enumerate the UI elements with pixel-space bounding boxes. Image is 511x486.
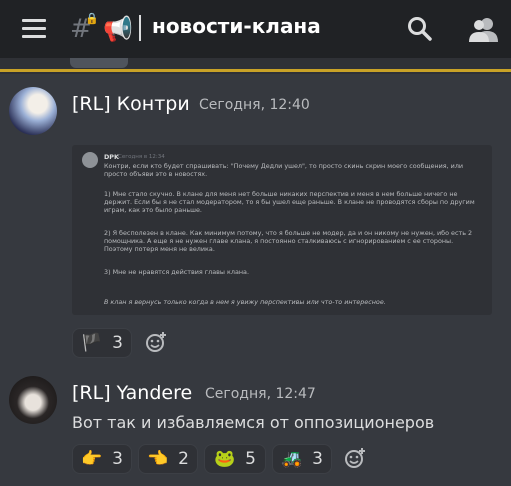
reaction-flag[interactable]: 🏴 3 <box>72 328 132 358</box>
reaction-point-left[interactable]: 👈 2 <box>138 444 198 474</box>
embed-line: 3) Мне не нравятся действия главы клана. <box>104 268 249 276</box>
reaction-point-right[interactable]: 👉 3 <box>72 444 132 474</box>
reaction-tank[interactable]: 🚜 3 <box>272 444 332 474</box>
search-icon[interactable] <box>407 16 433 42</box>
embed-time: Сегодня в 12:34 <box>118 154 165 160</box>
menu-icon[interactable] <box>22 19 46 39</box>
new-messages-divider <box>0 58 511 74</box>
embed-line: 1) Мне стало скучно. В клане для меня не… <box>104 190 475 214</box>
avatar[interactable] <box>9 376 57 424</box>
point-right-icon: 👉 <box>81 449 103 469</box>
tank-icon: 🚜 <box>281 449 303 469</box>
channel-title: новости-клана <box>152 14 321 38</box>
header-divider <box>139 15 141 41</box>
reaction-count: 3 <box>112 333 123 353</box>
reaction-count: 3 <box>312 449 323 469</box>
point-left-icon: 👈 <box>147 449 169 469</box>
embed-author: DPK <box>104 153 119 161</box>
add-reaction-icon[interactable] <box>145 331 167 353</box>
avatar[interactable] <box>9 87 57 135</box>
embed-line: В клан я вернусь только когда в нем я ув… <box>104 298 386 306</box>
reaction-count: 3 <box>112 449 123 469</box>
embed-avatar <box>82 152 98 168</box>
message-text: Вот так и избавляемся от оппозиционеров <box>72 413 435 432</box>
embed-line: 2) Я бесполезен в клане. Как минимум пот… <box>104 229 473 253</box>
screenshot-attachment[interactable]: DPK Сегодня в 12:34 Контри, если кто буд… <box>72 145 492 315</box>
pepe-icon: 🐸 <box>214 449 236 469</box>
reaction-pepe[interactable]: 🐸 5 <box>204 444 266 474</box>
flag-icon: 🏴 <box>81 333 103 353</box>
jump-bubble[interactable] <box>70 58 128 68</box>
add-reaction-icon[interactable] <box>344 447 366 469</box>
channel-header: # 🔒 📢 новости-клана <box>0 0 511 58</box>
megaphone-icon: 📢 <box>103 15 133 43</box>
hash-lock-icon: # 🔒 <box>70 12 99 44</box>
reaction-count: 2 <box>178 449 189 469</box>
gold-line <box>0 69 511 72</box>
members-icon[interactable] <box>468 16 498 42</box>
embed-line: Контри, если кто будет спрашивать: "Поче… <box>104 162 464 178</box>
reaction-count: 5 <box>245 449 256 469</box>
message-username[interactable]: [RL] Контри <box>72 93 190 115</box>
message-timestamp: Сегодня, 12:40 <box>199 97 310 113</box>
message-timestamp: Сегодня, 12:47 <box>205 386 316 402</box>
message-username[interactable]: [RL] Yandere <box>72 382 192 404</box>
